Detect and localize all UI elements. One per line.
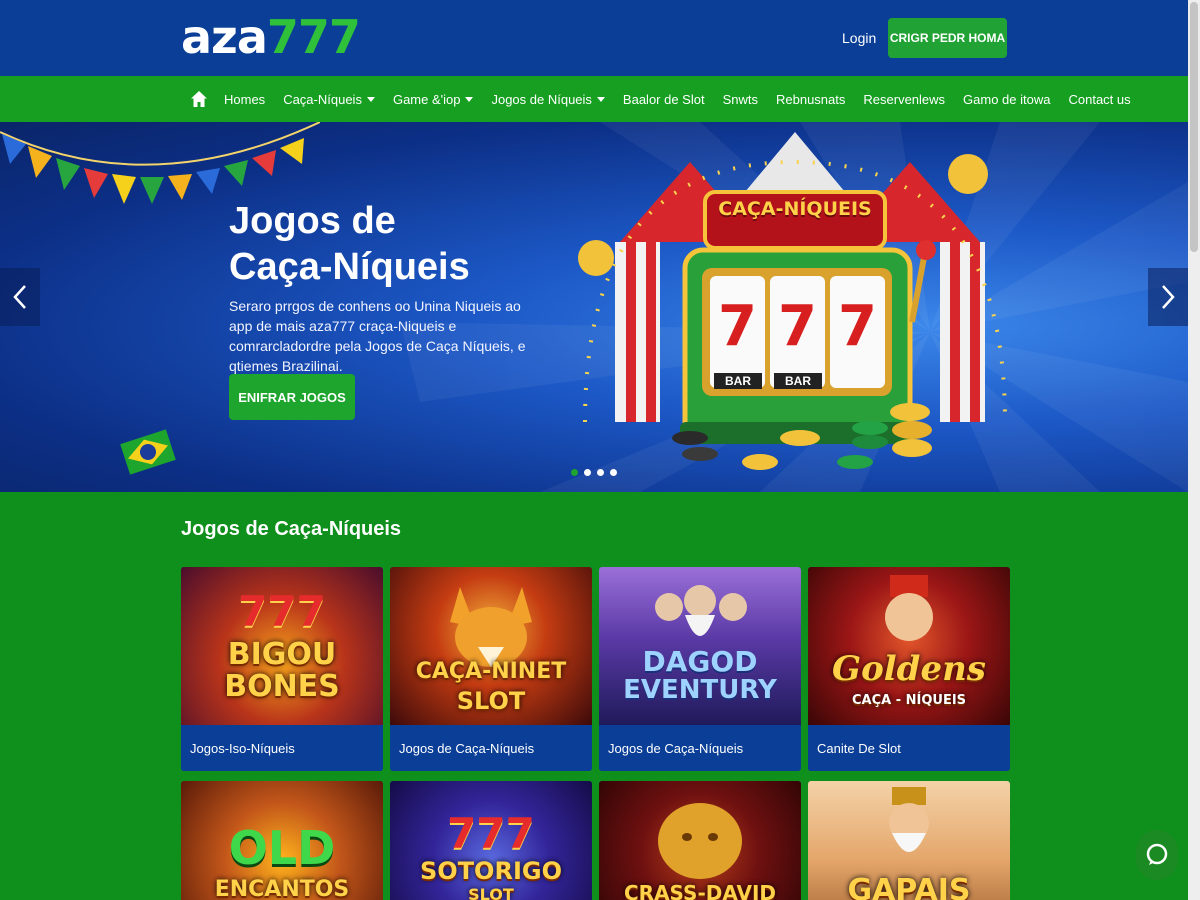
nav-item-label: Snwts [722, 91, 758, 107]
site-logo[interactable]: aza777 [181, 10, 361, 64]
main-nav: Homes Caça-Níqueis Game &'iop Jogos de N… [0, 76, 1188, 122]
chevron-left-icon [13, 285, 26, 309]
nav-item-baalor-de-slot[interactable]: Baalor de Slot [623, 92, 705, 107]
nav-item-label: Reservenlews [863, 91, 946, 107]
carousel-dot[interactable] [571, 469, 578, 476]
chevron-right-icon [1162, 285, 1175, 309]
game-art-text: SOTORIGO [420, 857, 562, 885]
carousel-dot[interactable] [610, 469, 617, 476]
game-card[interactable]: Goldens CAÇA - NÍQUEIS Canite De Slot [808, 567, 1010, 771]
carousel-dot[interactable] [597, 469, 604, 476]
login-link[interactable]: Login [842, 30, 876, 46]
slot-reel-symbol: 7 [778, 294, 817, 359]
game-thumbnail: DAGOD EVENTURY [599, 567, 801, 725]
game-art-text: BONES [224, 669, 340, 704]
game-art-text: EVENTURY [623, 675, 777, 705]
game-thumbnail: Goldens CAÇA - NÍQUEIS [808, 567, 1010, 725]
hero-description: Seraro prrgos de conhens oo Unina Niquei… [229, 298, 526, 374]
nav-item-label: Baalor de Slot [622, 91, 705, 107]
game-art-text: OLD [228, 821, 336, 875]
nav-item-caca-niqueis[interactable]: Caça-Níqueis [283, 92, 375, 107]
logo-text-primary: aza [181, 10, 268, 64]
game-card[interactable]: 777 SOTORIGO SLOT [390, 781, 592, 900]
game-art-text: SLOT [468, 885, 514, 900]
page-scrollbar[interactable] [1188, 0, 1200, 900]
hero-title-line: Caça-Níqueis [229, 246, 470, 288]
game-caption: Jogos de Caça-Níqueis [390, 725, 592, 771]
nav-item-label: Caça-Níqueis [283, 91, 362, 107]
game-thumbnail: GAPAIS [808, 781, 1010, 900]
carousel-next-button[interactable] [1148, 268, 1188, 326]
site-header: aza777 Login CRIGR PEDR HOMA [0, 0, 1188, 76]
game-art-text: 777 [447, 809, 535, 858]
game-art-text: Goldens [832, 649, 986, 689]
nav-item-label: Homes [224, 91, 266, 107]
game-thumbnail: OLD ENCANTOS [181, 781, 383, 900]
nav-item-gamo-de-itowa[interactable]: Gamo de itowa [963, 92, 1050, 107]
slot-reel-symbol: 7 [838, 294, 877, 359]
nav-item-label: Gamo de itowa [963, 91, 1051, 107]
game-thumbnail: 777 SOTORIGO SLOT [390, 781, 592, 900]
chevron-down-icon [465, 96, 474, 102]
slot-reel-symbol: 7 [718, 294, 757, 359]
game-thumbnail: CAÇA-NINET SLOT [390, 567, 592, 725]
nav-item-contact-us[interactable]: Contact us [1068, 92, 1130, 107]
carousel-dot[interactable] [584, 469, 591, 476]
game-thumbnail: CRASS-DAVID [599, 781, 801, 900]
game-art-text: ENCANTOS [214, 877, 350, 900]
chat-button[interactable] [1136, 830, 1178, 880]
brazil-flag-icon [120, 429, 176, 475]
hero-banner: Jogos de Caça-Níqueis Seraro prrgos de c… [0, 122, 1188, 492]
carousel-prev-button[interactable] [0, 268, 40, 326]
carousel-dots [571, 469, 617, 476]
chevron-down-icon [366, 96, 375, 102]
nav-item-reservenlews[interactable]: Reservenlews [863, 92, 945, 107]
logo-text-accent: 777 [266, 10, 361, 64]
game-art-text: SLOT [456, 687, 526, 715]
nav-item-label: Game &'iop [392, 91, 461, 107]
signup-button[interactable]: CRIGR PEDR HOMA [888, 18, 1007, 58]
nav-item-snwts[interactable]: Snwts [723, 92, 758, 107]
nav-item-label: Contact us [1068, 91, 1131, 107]
game-art-text: CAÇA - NÍQUEIS [851, 693, 967, 708]
hero-title: Jogos de Caça-Níqueis [229, 198, 549, 290]
chat-bubble-icon [1146, 843, 1168, 865]
nav-item-jogos-de-niqueis[interactable]: Jogos de Níqueis [491, 91, 605, 107]
enter-games-button[interactable]: ENIFRAR JOGOS [229, 374, 355, 420]
game-card[interactable]: CAÇA-NINET SLOT Jogos de Caça-Níqueis [390, 567, 592, 771]
home-icon[interactable] [190, 90, 208, 108]
nav-item-label: Jogos de Níqueis [491, 91, 592, 107]
game-card[interactable]: CRASS-DAVID [599, 781, 801, 900]
game-caption: Canite De Slot [808, 725, 1010, 771]
game-art-text: CRASS-DAVID [623, 881, 776, 900]
slot-bar-label: BAR [714, 373, 762, 389]
nav-item-label: Rebnusnats [776, 91, 846, 107]
nav-item-game-iop[interactable]: Game &'iop [393, 92, 474, 107]
game-thumbnail: 777 BIGOU BONES [181, 567, 383, 725]
game-card[interactable]: DAGOD EVENTURY Jogos de Caça-Níqueis [599, 567, 801, 771]
game-caption: Jogos-Iso-Níqueis [181, 725, 383, 771]
chevron-down-icon [596, 96, 605, 102]
nav-item-homes[interactable]: Homes [224, 92, 265, 107]
hero-title-line: Jogos de [229, 200, 396, 242]
game-art-text: DAGOD [642, 645, 758, 678]
game-card[interactable]: OLD ENCANTOS [181, 781, 383, 900]
slot-bar-label: BAR [774, 373, 822, 389]
section-title: Jogos de Caça-Níqueis [181, 518, 402, 540]
game-caption: Jogos de Caça-Níqueis [599, 725, 801, 771]
game-card[interactable]: 777 BIGOU BONES Jogos-Iso-Níqueis [181, 567, 383, 771]
game-art-text: GAPAIS [847, 873, 971, 900]
game-art-text: CAÇA-NINET [415, 659, 567, 684]
nav-item-rebnusnats[interactable]: Rebnusnats [776, 92, 845, 107]
scrollbar-thumb[interactable] [1190, 2, 1198, 252]
game-art-text: BIGOU [227, 637, 337, 672]
slot-sign-label: CAÇA-NÍQUEIS [718, 198, 872, 220]
game-card[interactable]: GAPAIS [808, 781, 1010, 900]
game-art-text: 777 [238, 587, 326, 636]
